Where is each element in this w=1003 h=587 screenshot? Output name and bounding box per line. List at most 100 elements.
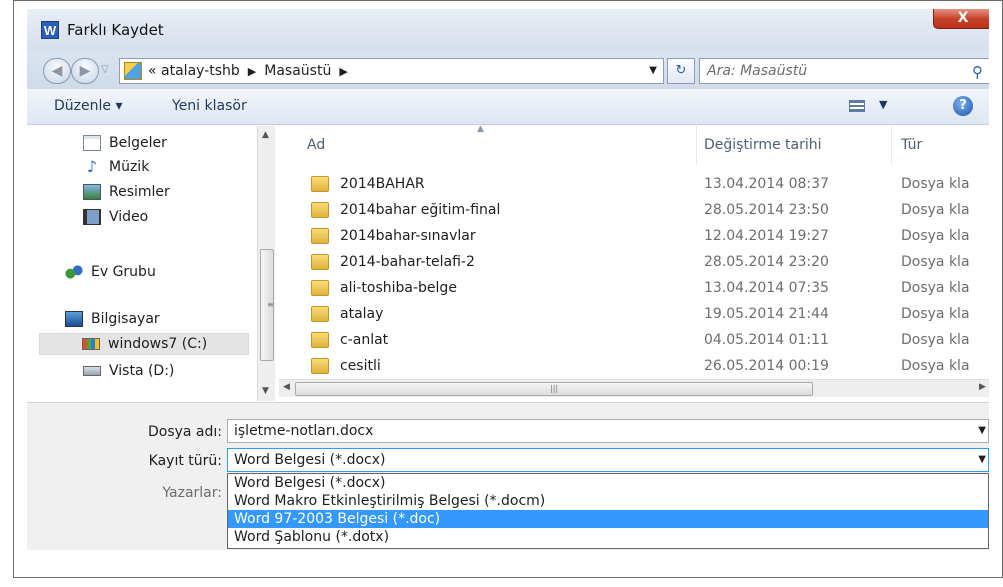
filetype-option[interactable]: Word Belgesi (*.docx): [228, 474, 988, 492]
file-list: ▲ Ad Değiştirme tarihi Tür 2014BAHAR 13.…: [279, 126, 989, 401]
breadcrumb-prefix: «: [148, 63, 157, 79]
scroll-right-icon[interactable]: ▶: [979, 382, 986, 392]
grip-icon: |||: [550, 384, 559, 393]
file-date: 19.05.2014 21:44: [704, 306, 829, 322]
save-form: Dosya adı: işletme-notları.docx ▼ Kayıt …: [27, 402, 989, 550]
scrollbar-thumb[interactable]: ≡: [260, 249, 274, 361]
file-list-horizontal-scrollbar[interactable]: ◀ ||| ▶: [279, 379, 989, 397]
breadcrumb-separator-icon[interactable]: ▶: [248, 65, 256, 78]
file-name: 2014BAHAR: [340, 176, 425, 192]
folder-icon: [311, 202, 329, 218]
sidebar-item-label: Bilgisayar: [91, 311, 160, 327]
column-divider[interactable]: [891, 126, 892, 164]
help-icon[interactable]: ?: [953, 96, 973, 116]
table-row[interactable]: 2014bahar eğitim-final 28.05.2014 23:50 …: [279, 198, 989, 224]
view-options-icon[interactable]: [849, 100, 865, 112]
table-row[interactable]: 2014bahar-sınavlar 12.04.2014 19:27 Dosy…: [279, 224, 989, 250]
sidebar-item-drive-d[interactable]: Vista (D:): [83, 360, 174, 382]
toolbar: Düzenle ▾ Yeni klasör ▼ ?: [27, 89, 989, 125]
sidebar-item-label: Ev Grubu: [91, 264, 156, 280]
file-name: 2014-bahar-telafi-2: [340, 254, 475, 270]
breadcrumb-item-user[interactable]: atalay-tshb: [161, 63, 240, 79]
sidebar-item-label: Vista (D:): [109, 363, 175, 379]
authors-label: Yazarlar:: [162, 485, 222, 501]
dialog-title: Farklı Kaydet: [67, 21, 164, 39]
drive-icon: [83, 366, 101, 376]
table-row[interactable]: cesitli 26.05.2014 00:19 Dosya kla: [279, 354, 989, 380]
filetype-option-highlighted[interactable]: Word 97-2003 Belgesi (*.doc): [228, 510, 988, 528]
title-bar: W Farklı Kaydet X: [27, 9, 989, 51]
search-input[interactable]: Ara: Masaüstü: [699, 58, 989, 84]
file-name: cesitli: [340, 358, 381, 374]
file-name: 2014bahar-sınavlar: [340, 228, 476, 244]
file-date: 13.04.2014 08:37: [704, 176, 829, 192]
file-name: 2014bahar eğitim-final: [340, 202, 501, 218]
column-header-type[interactable]: Tür: [901, 126, 922, 164]
filetype-label: Kayıt türü:: [148, 453, 222, 469]
refresh-icon[interactable]: ↻: [667, 58, 695, 84]
sidebar-item-homegroup[interactable]: Ev Grubu: [65, 261, 156, 283]
column-header-date[interactable]: Değiştirme tarihi: [704, 126, 822, 164]
chevron-down-icon[interactable]: ▼: [978, 449, 986, 471]
breadcrumb-separator-icon[interactable]: ▶: [339, 65, 347, 78]
file-type: Dosya kla: [901, 228, 970, 244]
scroll-down-icon[interactable]: ▼: [262, 386, 269, 396]
chevron-down-icon[interactable]: ▼: [978, 420, 986, 442]
folder-icon: [311, 306, 329, 322]
video-icon: [83, 209, 101, 225]
sidebar-item-drive-c[interactable]: windows7 (C:): [39, 333, 249, 355]
sidebar-item-computer[interactable]: Bilgisayar: [65, 308, 160, 330]
address-row: ◀ ▶ ▽ « atalay-tshb ▶ Masaüstü ▶ ▼ ↻ Ara…: [27, 51, 989, 89]
table-row[interactable]: atalay 19.05.2014 21:44 Dosya kla: [279, 302, 989, 328]
filename-field[interactable]: işletme-notları.docx ▼: [227, 419, 989, 443]
navigation-scrollbar[interactable]: ▲ ≡ ▼: [257, 126, 275, 401]
forward-arrow-icon[interactable]: ▶: [71, 58, 99, 84]
file-type: Dosya kla: [901, 254, 970, 270]
breadcrumb-item-desktop[interactable]: Masaüstü: [264, 63, 331, 79]
folder-icon: [311, 358, 329, 374]
file-date: 13.04.2014 07:35: [704, 280, 829, 296]
file-name: c-anlat: [340, 332, 389, 348]
address-dropdown-icon[interactable]: ▼: [649, 65, 657, 76]
table-row[interactable]: 2014BAHAR 13.04.2014 08:37 Dosya kla: [279, 172, 989, 198]
homegroup-icon: [65, 264, 83, 280]
column-divider[interactable]: [696, 126, 697, 164]
back-arrow-icon[interactable]: ◀: [43, 58, 71, 84]
scroll-up-icon[interactable]: ▲: [262, 130, 269, 140]
filetype-select[interactable]: Word Belgesi (*.docx) ▼: [227, 448, 989, 472]
close-button[interactable]: X: [933, 9, 989, 29]
computer-icon: [65, 311, 83, 327]
file-type: Dosya kla: [901, 332, 970, 348]
table-row[interactable]: 2014-bahar-telafi-2 28.05.2014 23:20 Dos…: [279, 250, 989, 276]
file-date: 28.05.2014 23:50: [704, 202, 829, 218]
file-name: ali-toshiba-belge: [340, 280, 457, 296]
filetype-option[interactable]: Word Makro Etkinleştirilmiş Belgesi (*.d…: [228, 492, 988, 510]
pictures-icon: [83, 184, 101, 200]
sidebar-item-video[interactable]: Video: [83, 206, 148, 228]
file-date: 04.05.2014 01:11: [704, 332, 829, 348]
column-header-name[interactable]: Ad: [307, 126, 325, 164]
sidebar-item-music[interactable]: ♪ Müzik: [83, 156, 149, 178]
navigation-pane: Belgeler ♪ Müzik Resimler Video Ev Grubu…: [27, 126, 277, 401]
sidebar-item-documents[interactable]: Belgeler: [83, 132, 167, 154]
folder-icon: [311, 176, 329, 192]
sidebar-item-label: Müzik: [109, 159, 150, 175]
table-row[interactable]: c-anlat 04.05.2014 01:11 Dosya kla: [279, 328, 989, 354]
search-icon[interactable]: ⚲: [972, 63, 983, 81]
filetype-option[interactable]: Word Şablonu (*.dotx): [228, 528, 988, 546]
filename-value: işletme-notları.docx: [234, 423, 374, 439]
filename-label: Dosya adı:: [147, 424, 222, 440]
new-folder-button[interactable]: Yeni klasör: [172, 98, 247, 114]
document-icon: [83, 135, 101, 151]
breadcrumb[interactable]: « atalay-tshb ▶ Masaüstü ▶ ▼: [119, 58, 664, 84]
history-dropdown-icon[interactable]: ▽: [101, 64, 109, 75]
organize-button[interactable]: Düzenle ▾: [54, 98, 122, 114]
view-dropdown-icon[interactable]: ▼: [879, 98, 887, 111]
table-row[interactable]: ali-toshiba-belge 13.04.2014 07:35 Dosya…: [279, 276, 989, 302]
sidebar-item-pictures[interactable]: Resimler: [83, 181, 170, 203]
scroll-left-icon[interactable]: ◀: [283, 382, 290, 392]
scrollbar-thumb[interactable]: |||: [295, 382, 813, 396]
music-icon: ♪: [86, 157, 98, 176]
folder-icon: [311, 228, 329, 244]
folder-icon: [311, 254, 329, 270]
